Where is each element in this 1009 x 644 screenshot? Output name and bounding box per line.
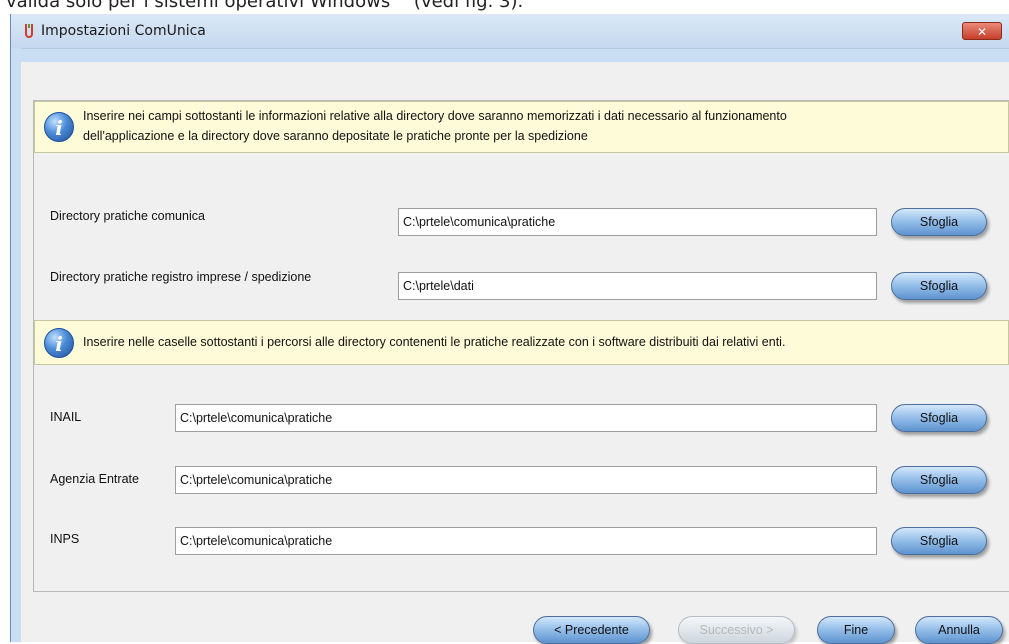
info-line-2: dell'applicazione e la directory dove sa… <box>83 129 588 143</box>
previous-button[interactable]: < Precedente <box>533 616 650 644</box>
info-text-directories: Inserire nei campi sottostanti le inform… <box>83 106 787 146</box>
next-button[interactable]: Successivo > <box>678 616 795 644</box>
title-bar: Impostazioni ComUnica ✕ <box>11 14 1009 49</box>
info-icon: i <box>44 112 74 142</box>
directory-registro-imprese-input[interactable] <box>398 272 877 300</box>
window-frame-left <box>11 48 21 642</box>
sfoglia-button-registro[interactable]: Sfoglia <box>891 272 987 300</box>
agenzia-entrate-directory-input[interactable] <box>175 466 877 494</box>
inps-directory-input[interactable] <box>175 527 877 555</box>
info-line-1: Inserire nei campi sottostanti le inform… <box>83 109 787 123</box>
sfoglia-button-agenzia-entrate[interactable]: Sfoglia <box>891 466 987 494</box>
directory-pratiche-comunica-input[interactable] <box>398 208 877 236</box>
close-button[interactable]: ✕ <box>962 22 1002 40</box>
comunica-logo-icon <box>25 24 33 38</box>
document-caption: valida solo per i sistemi operativi Wind… <box>6 0 524 12</box>
header-band <box>21 62 1009 100</box>
settings-dialog: Impostazioni ComUnica ✕ i Inserire nei c… <box>10 14 1009 644</box>
dialog-client-area: i Inserire nei campi sottostanti le info… <box>21 62 1009 644</box>
label-inps: INPS <box>50 532 80 546</box>
label-directory-registro-imprese: Directory pratiche registro imprese / sp… <box>50 270 312 284</box>
sfoglia-button-inps[interactable]: Sfoglia <box>891 527 987 555</box>
sfoglia-button-inail[interactable]: Sfoglia <box>891 404 987 432</box>
label-inail: INAIL <box>50 410 82 424</box>
sfoglia-button-comunica[interactable]: Sfoglia <box>891 208 987 236</box>
inail-directory-input[interactable] <box>175 404 877 432</box>
label-directory-pratiche-comunica: Directory pratiche comunica <box>50 209 205 223</box>
label-agenzia-entrate: Agenzia Entrate <box>50 472 139 486</box>
info-text-enti: Inserire nelle caselle sottostanti i per… <box>83 335 786 349</box>
settings-panel: i Inserire nei campi sottostanti le info… <box>33 100 1009 592</box>
info-box-directories: i Inserire nei campi sottostanti le info… <box>34 101 1009 153</box>
info-box-enti: i Inserire nelle caselle sottostanti i p… <box>34 320 1009 365</box>
finish-button[interactable]: Fine <box>817 616 895 644</box>
info-icon: i <box>44 328 74 358</box>
window-title: Impostazioni ComUnica <box>41 23 206 39</box>
cancel-button[interactable]: Annulla <box>915 616 1003 644</box>
